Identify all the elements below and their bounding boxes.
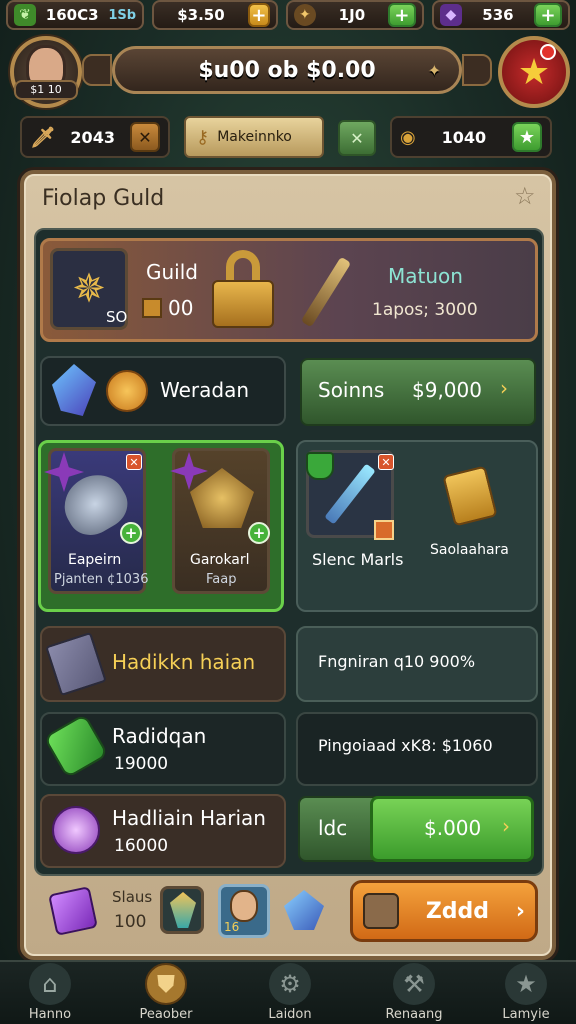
item-name: Garokarl [190,552,250,568]
gear-icon: ⚙ [269,963,311,1005]
hero-face-icon [230,890,258,922]
craft-button[interactable]: ⚷ Makeinnko [184,116,324,158]
add-item-button[interactable]: + [248,522,270,544]
offer-button-price: $.000 [424,816,482,840]
chest-label: Zddd [425,898,490,924]
medal-icon [142,298,162,318]
nav-item-peaober[interactable]: ⛊ Peaober [118,960,214,1024]
nav-item-renaang[interactable]: ⚒ Renaang [366,960,462,1024]
resource-value: 536 [482,6,514,24]
coin-icon [106,370,148,412]
resource-leaf[interactable]: ❦ 160C3 1Sb [6,0,145,30]
nav-item-laidon[interactable]: ⚙ Laidon [242,960,338,1024]
item-sub: Pjanten ¢1036 [54,572,149,587]
add-gold-button[interactable]: ★ [512,122,542,152]
resource-crystal[interactable]: ◆ 536 + [431,0,570,30]
offer-value: 16000 [114,836,169,856]
title-bar-left-cap [82,54,112,86]
resource-currency: 1Sb [108,7,137,23]
sword-counter: 🗡 2043 ✕ [20,116,170,158]
offer-name: Radidqan [112,724,207,748]
arrow-right-icon: › [500,376,508,400]
cube-icon[interactable] [48,886,98,936]
footer-value: 100 [114,912,147,932]
weradan-label: Weradan [160,378,250,402]
sword-value: 2043 [70,127,115,147]
guild-count: 00 [168,296,194,320]
soinns-label: Soinns [318,378,385,402]
sword-icon: 🗡 [30,125,56,149]
emblem-icon: ✵ [72,266,106,312]
item-name: Saolaahara [430,542,509,558]
chest-button[interactable]: Zddd › [350,880,538,942]
header-title-bar: $u00 ob $0.00 ✦ [112,46,462,94]
resource-coin[interactable]: $3.50 + [152,0,278,30]
add-compass-button[interactable]: + [387,3,416,27]
add-item-button[interactable]: + [120,522,142,544]
guild-label: Guild [146,260,198,284]
nav-item-lamyie[interactable]: ★ Lamyie [478,960,574,1024]
key-icon: ⚷ [196,126,210,148]
offer-name: Hadliain Harian [112,806,266,830]
slot-tag: SO [106,308,128,326]
nav-label: Lamyie [502,1007,550,1022]
orb-icon [52,806,100,854]
avatar-tag: $1 10 [14,80,78,100]
resource-compass[interactable]: ✦ 1J0 + [285,0,424,30]
arrow-right-icon: › [515,898,525,924]
item-name: Eapeirn [68,552,122,568]
dagger-icon [290,250,360,330]
resource-bar: ❦ 160C3 1Sb $3.50 + ✦ 1J0 + ◆ 536 + [0,0,576,32]
arrow-right-icon: › [502,814,510,838]
notification-dot [540,44,556,60]
add-crystal-button[interactable]: + [533,3,562,27]
gold-value: 1040 [441,127,487,147]
hammer-icon: ⚒ [393,963,435,1005]
shield-icon: ⛊ [145,963,187,1005]
item-sub: Faap [206,572,237,587]
star-icon: ★ [505,963,547,1005]
achievements-button[interactable]: ★ [498,36,570,108]
offer-value: 19000 [114,754,169,774]
compass-icon: ✦ [293,4,316,26]
favorite-icon[interactable]: ☆ [514,182,536,210]
resource-value: $3.50 [177,6,225,24]
cancel-craft-button[interactable]: ✕ [338,120,376,156]
gold-counter: ◉ 1040 ★ [390,116,552,158]
offer-name: Hadikkn haian [112,650,256,674]
resource-value: 160C3 [45,6,99,24]
padlock-icon [212,250,274,330]
offer-info: Fngniran q10 900% [318,652,476,671]
soinns-price: $9,000 [412,378,482,402]
nav-label: Hanno [28,1007,72,1022]
offer-info: Pingoiaad xK8: $1060 [318,736,493,755]
panel-title: Fiolap Guld [42,186,165,211]
guild-item-price: 1apos; 3000 [372,300,478,320]
leaf-icon: ❦ [14,4,36,26]
offer-button-tag: ldc [318,816,348,840]
nav-item-home[interactable]: ⌂ Hanno [2,960,98,1024]
bag-icon [363,893,399,929]
nav-label: Laidon [268,1007,312,1022]
home-icon: ⌂ [29,963,71,1005]
title-bar-right-cap [462,54,492,86]
item-name: Slenc Marls [312,550,404,569]
bag-icon: ◉ [400,126,416,148]
rune-icon [374,520,394,540]
add-coin-button[interactable]: + [247,3,270,27]
nav-label: Renaang [385,1007,443,1022]
guild-item-name: Matuon [388,264,463,288]
remove-item-icon[interactable]: ✕ [378,454,394,470]
nav-label: Peaober [139,1007,193,1022]
remove-item-icon[interactable]: ✕ [126,454,142,470]
resource-value: 1J0 [338,6,366,24]
shield-icon [306,452,334,480]
header-title: $u00 ob $0.00 [198,57,376,83]
hero-tag: 16 [224,920,240,934]
close-sword-button[interactable]: ✕ [130,122,160,152]
crystal-icon: ◆ [439,4,462,26]
craft-label: Makeinnko [217,129,292,145]
sparkle-icon: ✦ [427,60,441,80]
footer-label: Slaus [112,888,153,906]
